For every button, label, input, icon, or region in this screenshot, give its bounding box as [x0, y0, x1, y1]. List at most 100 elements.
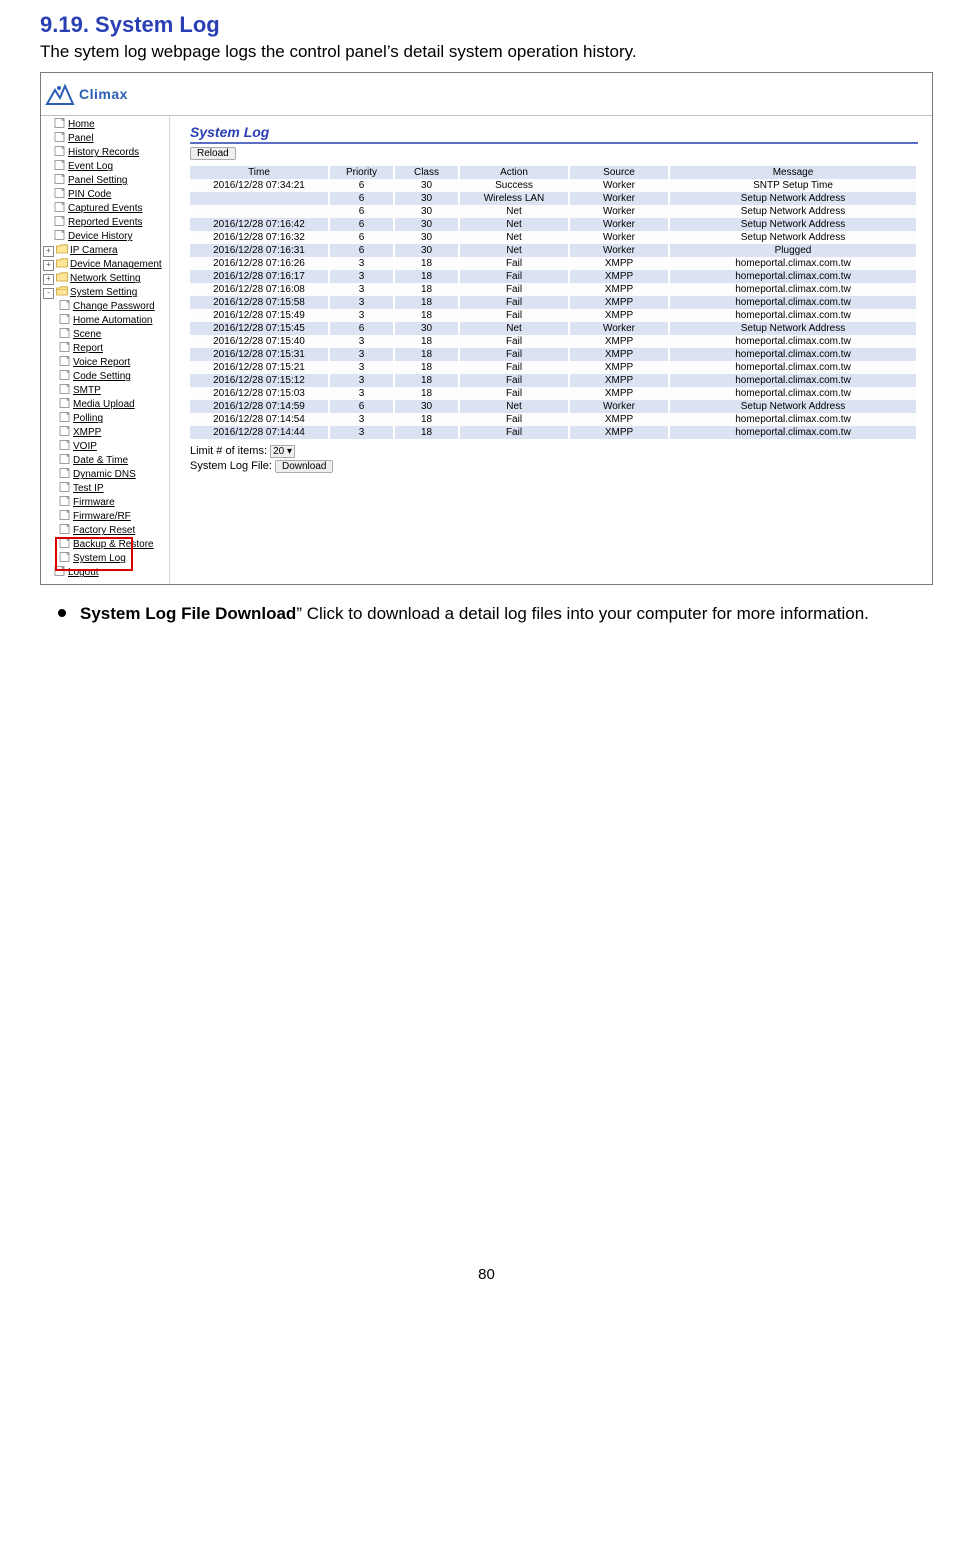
tree-item-label[interactable]: System Log — [73, 552, 126, 566]
tree-item[interactable]: + Device Management — [41, 258, 169, 272]
table-row: 2016/12/28 07:14:54318FailXMPPhomeportal… — [190, 413, 917, 426]
page-number: 80 — [40, 1266, 933, 1283]
tree-item-label[interactable]: XMPP — [73, 426, 101, 440]
tree-item-label[interactable]: Backup & Restore — [73, 538, 154, 552]
tree-item-label[interactable]: Date & Time — [73, 454, 128, 468]
table-cell: 3 — [329, 270, 394, 283]
tree-item[interactable]: Change Password — [41, 300, 169, 314]
tree-expander-icon[interactable]: + — [43, 246, 54, 257]
table-cell: 18 — [394, 374, 459, 387]
tree-item-label[interactable]: Dynamic DNS — [73, 468, 136, 482]
tree-item[interactable]: Scene — [41, 328, 169, 342]
tree-item-label[interactable]: System Setting — [70, 286, 137, 300]
tree-item[interactable]: Device History — [41, 230, 169, 244]
tree-item[interactable]: Media Upload — [41, 398, 169, 412]
tree-item-label[interactable]: Network Setting — [70, 272, 141, 286]
table-header: Source — [569, 166, 669, 179]
tree-item[interactable]: Voice Report — [41, 356, 169, 370]
tree-item-label[interactable]: Voice Report — [73, 356, 130, 370]
tree-item-label[interactable]: PIN Code — [68, 188, 111, 202]
tree-item[interactable]: VOIP — [41, 440, 169, 454]
tree-item[interactable]: Home Automation — [41, 314, 169, 328]
table-cell: 3 — [329, 387, 394, 400]
tree-item-label[interactable]: Event Log — [68, 160, 113, 174]
table-cell: 2016/12/28 07:15:45 — [190, 322, 329, 335]
tree-expander-icon[interactable]: - — [43, 288, 54, 299]
download-button[interactable]: Download — [275, 460, 333, 473]
table-cell: Worker — [569, 231, 669, 244]
table-cell: 3 — [329, 374, 394, 387]
tree-item[interactable]: XMPP — [41, 426, 169, 440]
tree-item[interactable]: Logout — [41, 566, 169, 580]
tree-item[interactable]: SMTP — [41, 384, 169, 398]
table-cell: homeportal.climax.com.tw — [669, 361, 917, 374]
table-cell: 6 — [329, 218, 394, 231]
tree-item-label[interactable]: Device Management — [70, 258, 162, 272]
tree-item[interactable]: Panel Setting — [41, 174, 169, 188]
tree-item-label[interactable]: IP Camera — [70, 244, 118, 258]
tree-expander-icon[interactable]: + — [43, 274, 54, 285]
tree-item-label[interactable]: Captured Events — [68, 202, 143, 216]
limit-select[interactable]: 20 ▾ — [270, 445, 295, 458]
tree-item-label[interactable]: Firmware — [73, 496, 115, 510]
tree-item-label[interactable]: Report — [73, 342, 103, 356]
table-cell: Worker — [569, 244, 669, 257]
tree-item-label[interactable]: VOIP — [73, 440, 97, 454]
tree-item-label[interactable]: Polling — [73, 412, 103, 426]
tree-item[interactable]: Firmware — [41, 496, 169, 510]
tree-item[interactable]: Event Log — [41, 160, 169, 174]
tree-item-label[interactable]: Change Password — [73, 300, 155, 314]
tree-item[interactable]: Polling — [41, 412, 169, 426]
tree-item-label[interactable]: Home Automation — [73, 314, 153, 328]
tree-item-label[interactable]: Reported Events — [68, 216, 143, 230]
tree-item-label[interactable]: Logout — [68, 566, 99, 580]
tree-item[interactable]: Test IP — [41, 482, 169, 496]
tree-item-label[interactable]: Code Setting — [73, 370, 131, 384]
tree-item-label[interactable]: Media Upload — [73, 398, 135, 412]
tree-expander-icon[interactable]: + — [43, 260, 54, 271]
table-cell: 18 — [394, 283, 459, 296]
screenshot-panel: Climax HomePanelHistory RecordsEvent Log… — [40, 72, 933, 585]
table-row: 2016/12/28 07:14:59630NetWorkerSetup Net… — [190, 400, 917, 413]
tree-item[interactable]: Code Setting — [41, 370, 169, 384]
tree-item[interactable]: Dynamic DNS — [41, 468, 169, 482]
reload-button[interactable]: Reload — [190, 147, 236, 160]
tree-item-label[interactable]: History Records — [68, 146, 139, 160]
tree-item[interactable]: + Network Setting — [41, 272, 169, 286]
tree-item-label[interactable]: Device History — [68, 230, 132, 244]
tree-item[interactable]: Reported Events — [41, 216, 169, 230]
table-cell: Setup Network Address — [669, 322, 917, 335]
table-row: 630Wireless LANWorkerSetup Network Addre… — [190, 192, 917, 205]
table-cell: XMPP — [569, 283, 669, 296]
folder-icon — [56, 258, 70, 273]
tree-item[interactable]: Factory Reset — [41, 524, 169, 538]
table-header: Action — [459, 166, 569, 179]
tree-item-label[interactable]: Test IP — [73, 482, 104, 496]
tree-item[interactable]: + IP Camera — [41, 244, 169, 258]
tree-item-label[interactable]: Factory Reset — [73, 524, 135, 538]
tree-item-label[interactable]: Panel Setting — [68, 174, 128, 188]
tree-item-label[interactable]: SMTP — [73, 384, 101, 398]
table-row: 2016/12/28 07:16:32630NetWorkerSetup Net… — [190, 231, 917, 244]
table-cell: Setup Network Address — [669, 205, 917, 218]
tree-item[interactable]: System Log — [41, 552, 169, 566]
tree-item[interactable]: Backup & Restore — [41, 538, 169, 552]
tree-item[interactable]: Date & Time — [41, 454, 169, 468]
tree-item[interactable]: Report — [41, 342, 169, 356]
table-cell: XMPP — [569, 387, 669, 400]
tree-item[interactable]: Firmware/RF — [41, 510, 169, 524]
tree-item-label[interactable]: Panel — [68, 132, 94, 146]
tree-item-label[interactable]: Home — [68, 118, 95, 132]
tree-item[interactable]: Panel — [41, 132, 169, 146]
file-icon — [54, 174, 68, 189]
table-cell: homeportal.climax.com.tw — [669, 257, 917, 270]
tree-item[interactable]: PIN Code — [41, 188, 169, 202]
tree-item[interactable]: - System Setting — [41, 286, 169, 300]
table-cell: 3 — [329, 257, 394, 270]
tree-item[interactable]: Captured Events — [41, 202, 169, 216]
tree-item[interactable]: Home — [41, 118, 169, 132]
tree-item[interactable]: History Records — [41, 146, 169, 160]
tree-item-label[interactable]: Scene — [73, 328, 101, 342]
tree-item-label[interactable]: Firmware/RF — [73, 510, 131, 524]
table-cell: homeportal.climax.com.tw — [669, 296, 917, 309]
